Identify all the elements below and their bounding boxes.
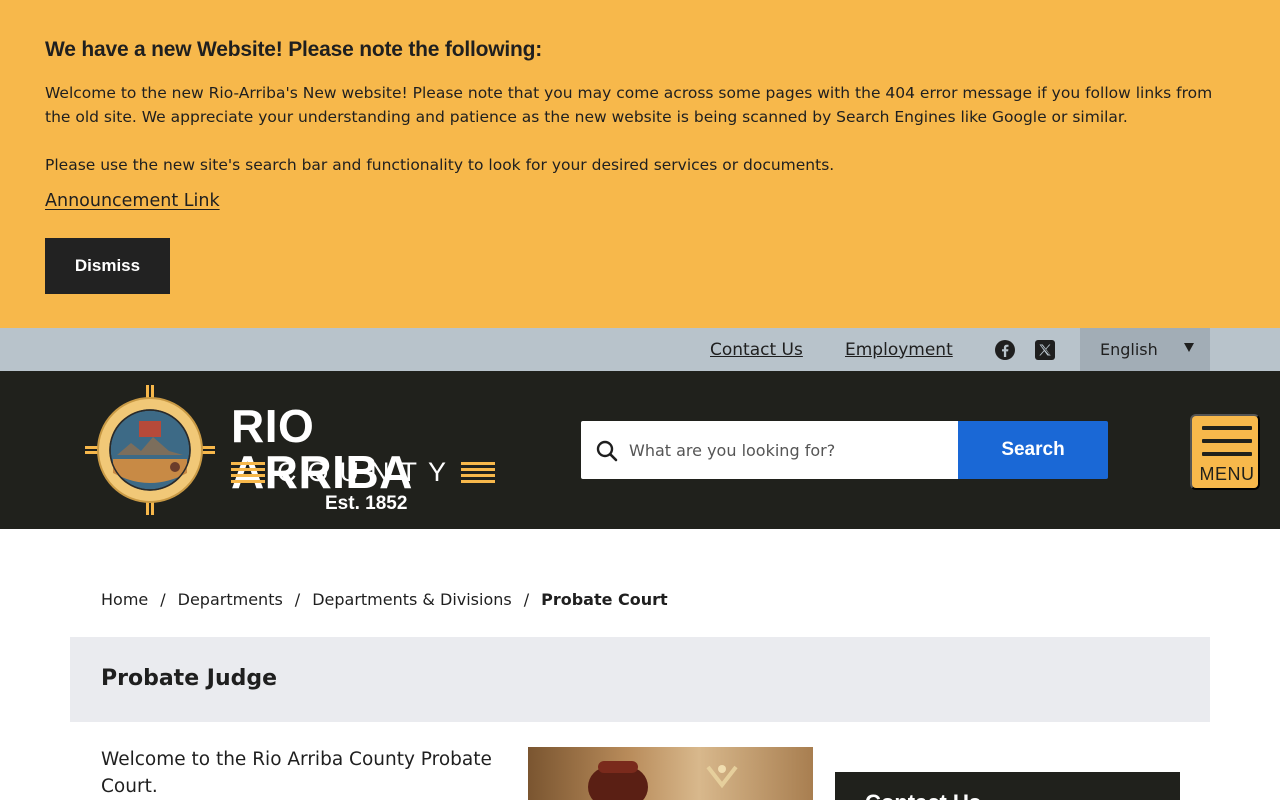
search-icon xyxy=(596,440,618,462)
utility-link-employment[interactable]: Employment xyxy=(845,328,953,371)
brand-county-row: COUNTY xyxy=(231,457,495,487)
brand-established: Est. 1852 xyxy=(325,493,408,514)
language-value: English xyxy=(1100,340,1158,359)
search-input[interactable] xyxy=(629,421,949,479)
site-header: RIO ARRIBA COUNTY Est. 1852 Search MENU xyxy=(0,371,1280,529)
announcement-link[interactable]: Announcement Link xyxy=(45,191,220,211)
county-logo[interactable]: RIO ARRIBA COUNTY Est. 1852 xyxy=(85,385,505,515)
county-seal-icon xyxy=(85,385,215,515)
x-icon[interactable] xyxy=(1034,339,1056,361)
announcement-body: Welcome to the new Rio-Arriba's New webs… xyxy=(45,84,1213,126)
breadcrumb-departments[interactable]: Departments xyxy=(178,590,283,609)
page-title-band: Probate Judge xyxy=(70,637,1210,722)
breadcrumb-current: Probate Court xyxy=(541,590,668,609)
menu-label: MENU xyxy=(1199,464,1255,484)
breadcrumb: Home / Departments / Departments & Divis… xyxy=(101,590,668,609)
search-box xyxy=(581,421,959,479)
utility-bar: Contact Us Employment English xyxy=(0,328,1280,371)
hamburger-icon xyxy=(1202,426,1252,456)
breadcrumb-separator: / xyxy=(294,590,301,609)
dismiss-button[interactable]: Dismiss xyxy=(45,238,170,294)
caret-down-icon xyxy=(1184,343,1194,352)
utility-link-contact-us[interactable]: Contact Us xyxy=(710,328,803,371)
breadcrumb-home[interactable]: Home xyxy=(101,590,148,609)
intro-text: Welcome to the Rio Arriba County Probate… xyxy=(101,749,492,797)
contact-panel-title: Contact Us xyxy=(865,790,981,800)
menu-button[interactable]: MENU xyxy=(1190,414,1260,490)
page-title: Probate Judge xyxy=(101,666,278,691)
facebook-icon[interactable] xyxy=(994,339,1016,361)
announcement-title: We have a new Website! Please note the f… xyxy=(45,38,543,61)
brand-county: COUNTY xyxy=(277,456,457,487)
stripes-right xyxy=(461,461,495,483)
breadcrumb-departments-divisions[interactable]: Departments & Divisions xyxy=(312,590,512,609)
breadcrumb-separator: / xyxy=(160,590,166,609)
breadcrumb-separator: / xyxy=(523,590,530,609)
stripes-left xyxy=(231,461,265,483)
search-button[interactable]: Search xyxy=(958,421,1108,479)
contact-panel: Contact Us xyxy=(835,772,1180,800)
announcement-body-2: Please use the new site's search bar and… xyxy=(45,156,835,174)
language-select[interactable]: English xyxy=(1080,328,1210,371)
gavel-photo xyxy=(528,747,813,800)
announcement-banner: We have a new Website! Please note the f… xyxy=(0,0,1280,328)
